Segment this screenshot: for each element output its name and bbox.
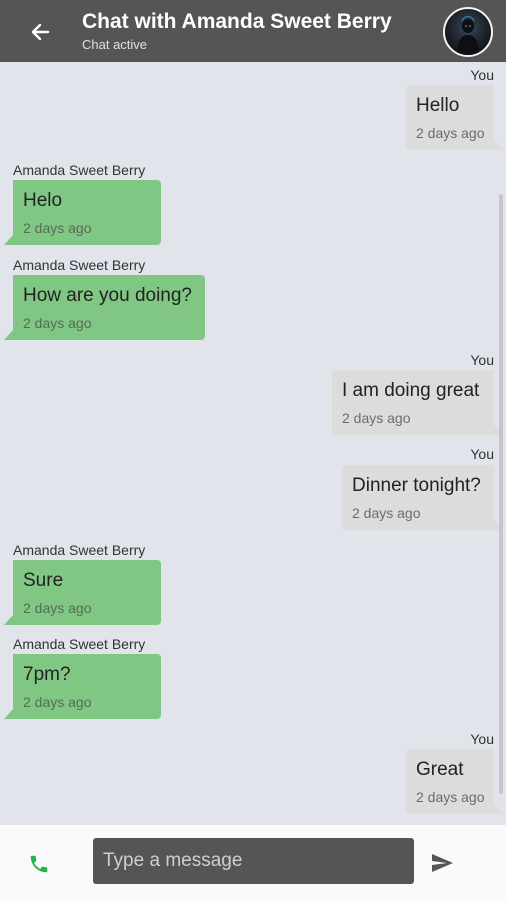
message-list[interactable]: You Hello 2 days ago Amanda Sweet Berry …	[0, 62, 506, 824]
message-sender: You	[470, 446, 494, 462]
message-text: How are you doing?	[23, 285, 192, 306]
avatar-image	[457, 15, 479, 55]
message-text: Hello	[416, 95, 460, 116]
send-button[interactable]	[428, 849, 456, 877]
message-time: 2 days ago	[352, 505, 421, 521]
message-sender: You	[470, 67, 494, 83]
message-bubble-incoming: 7pm? 2 days ago	[4, 654, 161, 719]
message-bubble-outgoing: Great 2 days ago	[406, 749, 503, 814]
message-sender: Amanda Sweet Berry	[13, 542, 146, 558]
message-time: 2 days ago	[416, 789, 485, 805]
message-sender: You	[470, 352, 494, 368]
message-time: 2 days ago	[23, 220, 92, 236]
scrollbar[interactable]	[499, 194, 503, 794]
message-sender: Amanda Sweet Berry	[13, 257, 146, 273]
message-text: Helo	[23, 190, 63, 211]
chat-title: Chat with Amanda Sweet Berry	[82, 10, 392, 33]
message-text: 7pm?	[23, 664, 71, 685]
message-time: 2 days ago	[23, 600, 92, 616]
message-bubble-outgoing: I am doing great 2 days ago	[332, 370, 503, 435]
arrow-left-icon	[31, 23, 50, 41]
send-icon	[432, 854, 453, 872]
message-bubble-incoming: Helo 2 days ago	[4, 180, 161, 245]
message-sender: You	[470, 731, 494, 747]
message-text: I am doing great	[342, 380, 480, 401]
call-button[interactable]	[24, 849, 54, 879]
message-text: Great	[416, 759, 464, 780]
message-bubble-incoming: Sure 2 days ago	[4, 560, 161, 625]
message-time: 2 days ago	[342, 410, 411, 426]
back-button[interactable]	[24, 16, 56, 48]
message-bubble-incoming: How are you doing? 2 days ago	[4, 275, 205, 340]
chat-status: Chat active	[82, 37, 148, 52]
message-text: Sure	[23, 570, 64, 591]
message-text: Dinner tonight?	[352, 475, 481, 496]
message-time: 2 days ago	[23, 694, 92, 710]
message-input[interactable]	[93, 838, 414, 884]
chat-header: Chat with Amanda Sweet Berry Chat active	[0, 0, 506, 62]
phone-icon	[30, 855, 48, 873]
contact-avatar[interactable]	[443, 7, 493, 57]
message-time: 2 days ago	[23, 315, 92, 331]
message-sender: Amanda Sweet Berry	[13, 636, 146, 652]
message-bubble-outgoing: Hello 2 days ago	[406, 85, 503, 150]
message-bubble-outgoing: Dinner tonight? 2 days ago	[342, 465, 503, 530]
message-time: 2 days ago	[416, 125, 485, 141]
message-sender: Amanda Sweet Berry	[13, 162, 146, 178]
message-composer	[0, 824, 506, 900]
